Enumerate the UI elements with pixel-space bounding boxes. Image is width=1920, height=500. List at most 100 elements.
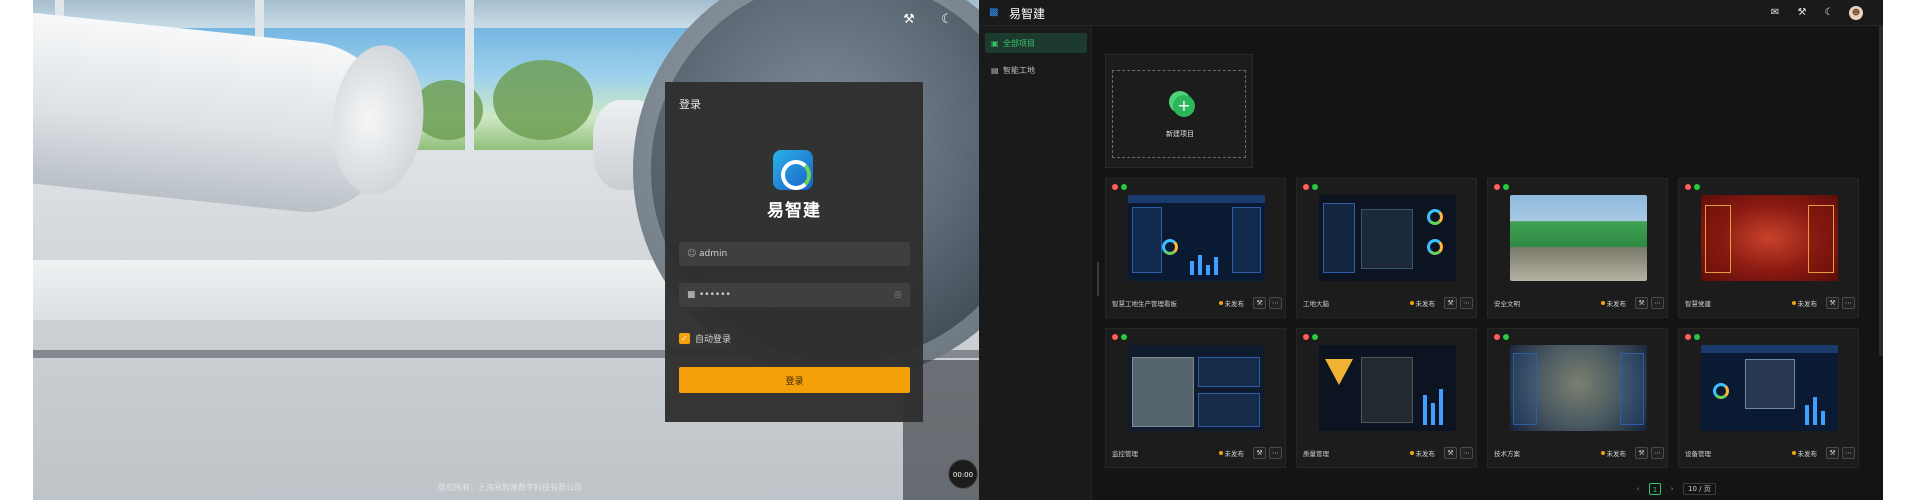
status-text: 未发布	[1415, 300, 1436, 308]
edit-button[interactable]: ⚒	[1253, 297, 1266, 309]
thumb-donut	[1427, 239, 1443, 255]
edit-button[interactable]: ⚒	[1253, 447, 1266, 459]
status-text: 未发布	[1606, 450, 1627, 458]
project-name: 设备管理	[1685, 450, 1711, 458]
scrollbar[interactable]	[1879, 26, 1883, 356]
username-input[interactable]	[699, 249, 902, 259]
remember-label: 自动登录	[695, 335, 732, 345]
green-dot-icon	[1121, 334, 1127, 340]
thumb-bar	[1206, 265, 1210, 275]
more-button[interactable]: ⋯	[1842, 447, 1855, 459]
tree-shape	[493, 60, 593, 140]
thumb-bar	[1813, 397, 1817, 425]
green-dot-icon	[1694, 184, 1700, 190]
edit-button[interactable]: ⚒	[1826, 447, 1839, 459]
status-dot-icon	[1600, 301, 1605, 305]
login-button[interactable]: 登录	[679, 367, 910, 393]
page-number[interactable]: 1	[1649, 483, 1661, 495]
thumb-bar	[1439, 389, 1443, 425]
page-size-select[interactable]: 10 / 页	[1683, 483, 1716, 495]
password-input[interactable]	[699, 290, 895, 300]
green-dot-icon	[1121, 184, 1127, 190]
copyright-text: 版权所有：上海易智建数字科技有限公司	[438, 483, 582, 492]
project-name: 工地大脑	[1303, 300, 1329, 308]
password-field[interactable]: ■ ◎	[679, 283, 910, 307]
remember-me[interactable]: ✓ 自动登录	[679, 332, 731, 345]
thumb-panel	[1323, 203, 1355, 273]
thumb-panel	[1198, 357, 1260, 387]
project-card[interactable]: 工地大脑 未发布 ⚒ ⋯	[1296, 178, 1477, 318]
card-footer: 设备管理 未发布 ⚒ ⋯	[1685, 446, 1855, 460]
status-text: 未发布	[1415, 450, 1436, 458]
tools-icon[interactable]: ⚒	[901, 12, 917, 28]
status-badge: 未发布	[1409, 298, 1436, 308]
more-button[interactable]: ⋯	[1460, 297, 1473, 309]
sidebar-item-smart-site[interactable]: ▤ 智能工地	[985, 60, 1087, 80]
next-page-button[interactable]: ›	[1666, 483, 1678, 495]
window-dots	[1112, 334, 1127, 340]
project-thumbnail[interactable]	[1128, 195, 1265, 281]
window-dots	[1685, 184, 1700, 190]
project-thumbnail[interactable]	[1319, 345, 1456, 431]
eye-icon[interactable]: ◎	[894, 290, 902, 300]
new-project-card[interactable]: + 新建项目	[1105, 54, 1253, 168]
project-thumbnail[interactable]	[1319, 195, 1456, 281]
red-dot-icon	[1112, 184, 1118, 190]
edit-button[interactable]: ⚒	[1635, 447, 1648, 459]
project-card[interactable]: 质量管理 未发布 ⚒ ⋯	[1296, 328, 1477, 468]
window-dots	[1303, 184, 1318, 190]
red-dot-icon	[1685, 334, 1691, 340]
green-dot-icon	[1312, 334, 1318, 340]
status-badge: 未发布	[1791, 298, 1817, 308]
red-dot-icon	[1685, 184, 1691, 190]
lock-icon: ■	[687, 290, 696, 300]
edit-button[interactable]: ⚒	[1444, 297, 1457, 309]
more-button[interactable]: ⋯	[1269, 297, 1282, 309]
window-dots	[1112, 184, 1127, 190]
tools-icon[interactable]: ⚒	[1795, 6, 1809, 20]
moon-icon[interactable]: ☾	[1822, 6, 1836, 20]
more-button[interactable]: ⋯	[1842, 297, 1855, 309]
remember-checkbox[interactable]: ✓	[679, 333, 690, 344]
thumb-donut	[1162, 239, 1178, 255]
project-card[interactable]: 技术方案 未发布 ⚒ ⋯	[1487, 328, 1668, 468]
project-card[interactable]: 监控管理 未发布 ⚒ ⋯	[1105, 328, 1286, 468]
more-button[interactable]: ⋯	[1269, 447, 1282, 459]
green-dot-icon	[1503, 334, 1509, 340]
login-title: 登录	[679, 98, 701, 111]
red-dot-icon	[1494, 184, 1500, 190]
chat-icon[interactable]: ✉	[1768, 6, 1782, 20]
avatar[interactable]: ☻	[1849, 6, 1863, 20]
username-field[interactable]: ☺	[679, 242, 910, 266]
prev-page-button[interactable]: ‹	[1632, 483, 1644, 495]
plus-icon[interactable]: +	[1173, 95, 1195, 117]
more-button[interactable]: ⋯	[1460, 447, 1473, 459]
more-button[interactable]: ⋯	[1651, 297, 1664, 309]
project-name: 技术方案	[1494, 450, 1520, 458]
status-text: 未发布	[1606, 300, 1627, 308]
more-button[interactable]: ⋯	[1651, 447, 1664, 459]
thumb-bar	[1423, 395, 1427, 425]
status-dot-icon	[1791, 301, 1796, 305]
status-badge: 未发布	[1791, 448, 1817, 458]
edit-button[interactable]: ⚒	[1444, 447, 1457, 459]
moon-icon[interactable]: ☾	[939, 12, 955, 28]
project-card[interactable]: 设备管理 未发布 ⚒ ⋯	[1678, 328, 1859, 468]
project-card[interactable]: 智慧党建 未发布 ⚒ ⋯	[1678, 178, 1859, 318]
app-header: ▩ 易智建 ✉ ⚒ ☾ ☻	[979, 0, 1883, 26]
project-thumbnail[interactable]	[1701, 345, 1838, 431]
project-thumbnail[interactable]	[1510, 195, 1647, 281]
thumb-map	[1361, 209, 1413, 269]
sidebar-item-all-projects[interactable]: ▣ 全部项目	[985, 33, 1087, 53]
project-card[interactable]: 安全文明 未发布 ⚒ ⋯	[1487, 178, 1668, 318]
project-thumbnail[interactable]	[1128, 345, 1265, 431]
project-card[interactable]: 智慧工地生产管理看板 未发布 ⚒ ⋯	[1105, 178, 1286, 318]
new-project-dropzone[interactable]: + 新建项目	[1112, 70, 1246, 158]
sidebar-resize-handle[interactable]	[1097, 262, 1099, 296]
project-thumbnail[interactable]	[1701, 195, 1838, 281]
project-thumbnail[interactable]	[1510, 345, 1647, 431]
edit-button[interactable]: ⚒	[1826, 297, 1839, 309]
sidebar-item-label: 全部项目	[1003, 38, 1035, 48]
edit-button[interactable]: ⚒	[1635, 297, 1648, 309]
thumb-panel	[1132, 207, 1162, 273]
